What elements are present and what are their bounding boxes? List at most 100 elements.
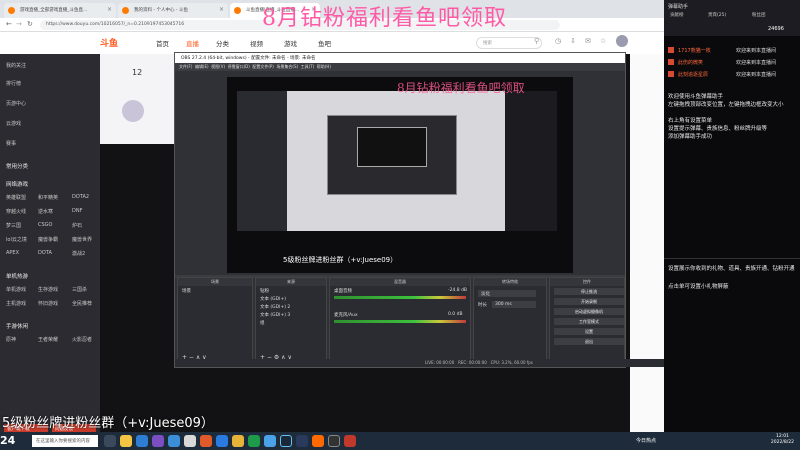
stop-streaming-button[interactable]: 停止推流 [554,288,624,295]
taskbar-search-input[interactable]: 在这里输入你要搜索的内容 [32,435,98,447]
task-view-icon[interactable] [104,435,116,447]
sidebar-category[interactable]: 原神 [6,336,16,343]
sidebar-category[interactable]: DOTA [38,250,52,256]
avatar[interactable] [616,35,628,47]
sidebar-category[interactable]: 王者荣耀 [38,336,58,343]
sidebar-category[interactable]: DOTA2 [72,194,89,200]
duration-input[interactable]: 300 ms [492,301,536,308]
app-icon[interactable] [344,435,356,447]
app-icon[interactable] [184,435,196,447]
scene-item[interactable]: 场景 [182,288,191,294]
obs-icon[interactable] [328,435,340,447]
steam-icon[interactable] [280,435,292,447]
edge-icon[interactable] [136,435,148,447]
streamer-avatar[interactable] [122,100,144,122]
sidebar-category[interactable]: 三国杀 [72,286,87,293]
sidebar-item-follow[interactable]: 我的关注 [6,62,26,69]
close-tab-icon[interactable]: × [219,6,224,13]
search-icon[interactable]: ⚲ [534,37,539,45]
news-widget[interactable]: 今日热点 [636,437,656,444]
source-item[interactable]: 钻粉 [260,288,269,294]
clock[interactable]: 12:01 2022/8/22 [771,434,794,446]
close-tab-icon[interactable]: × [107,6,112,13]
history-icon[interactable]: ◷ [555,37,561,45]
douyu-icon[interactable] [312,435,324,447]
menu-help[interactable]: 帮助(H) [317,64,331,69]
sidebar-category[interactable]: 生存游戏 [38,286,58,293]
download-icon[interactable]: ⇩ [570,37,576,45]
sidebar-category[interactable]: 梦三国 [6,222,21,229]
menu-profile[interactable]: 配置文件(P) [252,64,274,69]
chat-user[interactable]: 1717熊猫一枚 [678,47,711,54]
sidebar-category[interactable]: DNF [72,208,82,214]
source-item[interactable]: 文本 (GDI+) [260,296,286,302]
chat-tab[interactable]: 贵宾(25) [708,12,726,18]
file-explorer-icon[interactable] [120,435,132,447]
app-icon[interactable] [168,435,180,447]
back-icon[interactable]: ← [6,20,12,28]
menu-file[interactable]: 文件(F) [179,64,192,69]
sidebar-category[interactable]: 魔兽世界 [72,236,92,243]
sidebar-category[interactable]: lol云之境 [6,236,27,243]
sidebar-category[interactable]: APEX [6,250,19,256]
nav-home[interactable]: 首页 [156,38,169,48]
settings-button[interactable]: 设置 [554,328,624,335]
sidebar-category[interactable]: 全民推荐 [72,300,92,307]
chat-user[interactable]: 此伤的微笑 [678,59,703,66]
chat-tab[interactable]: 粉丝团 [752,12,766,18]
start-recording-button[interactable]: 开始录制 [554,298,624,305]
sidebar-item-webgame[interactable]: 页游中心 [6,100,26,107]
sidebar-category[interactable]: 和平精英 [38,194,58,201]
nav-live[interactable]: 直播 [186,38,199,48]
sidebar-item-esports[interactable]: 赛事 [6,140,16,147]
sidebar-category[interactable]: 主机游戏 [6,300,26,307]
chat-tab[interactable]: 贡献榜 [670,12,684,18]
sidebar-category[interactable]: 怀旧游戏 [38,300,58,307]
app-icon[interactable] [296,435,308,447]
browser-tab[interactable]: 我的资料 - 个人中心 - 斗鱼 × [118,3,228,18]
favorite-icon[interactable]: ☆ [600,37,606,45]
nav-yuba[interactable]: 鱼吧 [318,38,331,48]
obs-window: OBS 27.2.4 (64-bit, windows) - 配置文件: 未命名… [174,52,675,368]
transition-select[interactable]: 淡化 [478,290,536,297]
app-icon[interactable] [152,435,164,447]
virtual-camera-button[interactable]: 启动虚拟摄像机 [554,308,624,315]
sidebar-item-rank[interactable]: 排行榜 [6,80,21,87]
chrome-icon[interactable] [232,435,244,447]
sidebar-category[interactable]: 逆水寒 [38,208,53,215]
menu-view[interactable]: 视图(V) [211,64,225,69]
sidebar-category[interactable]: 穿越火线 [6,208,26,215]
refresh-icon[interactable]: ↻ [27,20,33,28]
source-item[interactable]: 文本 (GDI+) 3 [260,312,290,318]
sidebar-item-cloudgame[interactable]: 云游戏 [6,120,21,127]
sidebar-category[interactable]: 火影忍者 [72,336,92,343]
app-icon[interactable] [248,435,260,447]
nav-video[interactable]: 视频 [250,38,263,48]
exit-button[interactable]: 退出 [554,338,624,345]
douyu-logo[interactable]: 斗鱼 [100,36,118,49]
app-icon[interactable] [216,435,228,447]
browser-tab[interactable]: 游戏直播_全部游戏直播_斗鱼直... × [4,3,116,18]
source-item[interactable]: 文本 (GDI+) 2 [260,304,290,310]
search-input[interactable]: 搜索 [476,37,542,49]
menu-edit[interactable]: 编辑(E) [195,64,209,69]
sidebar-category[interactable]: 单机游戏 [6,286,26,293]
sidebar-category[interactable]: 激战2 [72,250,85,257]
obs-preview[interactable]: 8月钻粉福利看鱼吧领取 5级粉丝牌进粉丝群（+v:Juese09） [227,77,573,273]
menu-tools[interactable]: 工具(T) [301,64,315,69]
nav-category[interactable]: 分类 [216,38,229,48]
app-icon[interactable] [264,435,276,447]
sidebar-category[interactable]: 英雄联盟 [6,194,26,201]
sidebar-category[interactable]: 炉石 [72,222,82,229]
source-item[interactable]: 组 [260,320,265,326]
menu-scene-collection[interactable]: 场景集合(S) [276,64,298,69]
nav-game[interactable]: 游戏 [284,38,297,48]
menu-docks[interactable]: 停靠窗口(D) [228,64,250,69]
studio-mode-button[interactable]: 工作室模式 [554,318,624,325]
app-icon[interactable] [200,435,212,447]
sidebar-category[interactable]: 魔兽争霸 [38,236,58,243]
message-icon[interactable]: ✉ [585,37,591,45]
forward-icon[interactable]: → [16,20,22,28]
sidebar-category[interactable]: CSGO [38,222,52,228]
chat-user[interactable]: 此刻追逐星辰 [678,71,708,78]
